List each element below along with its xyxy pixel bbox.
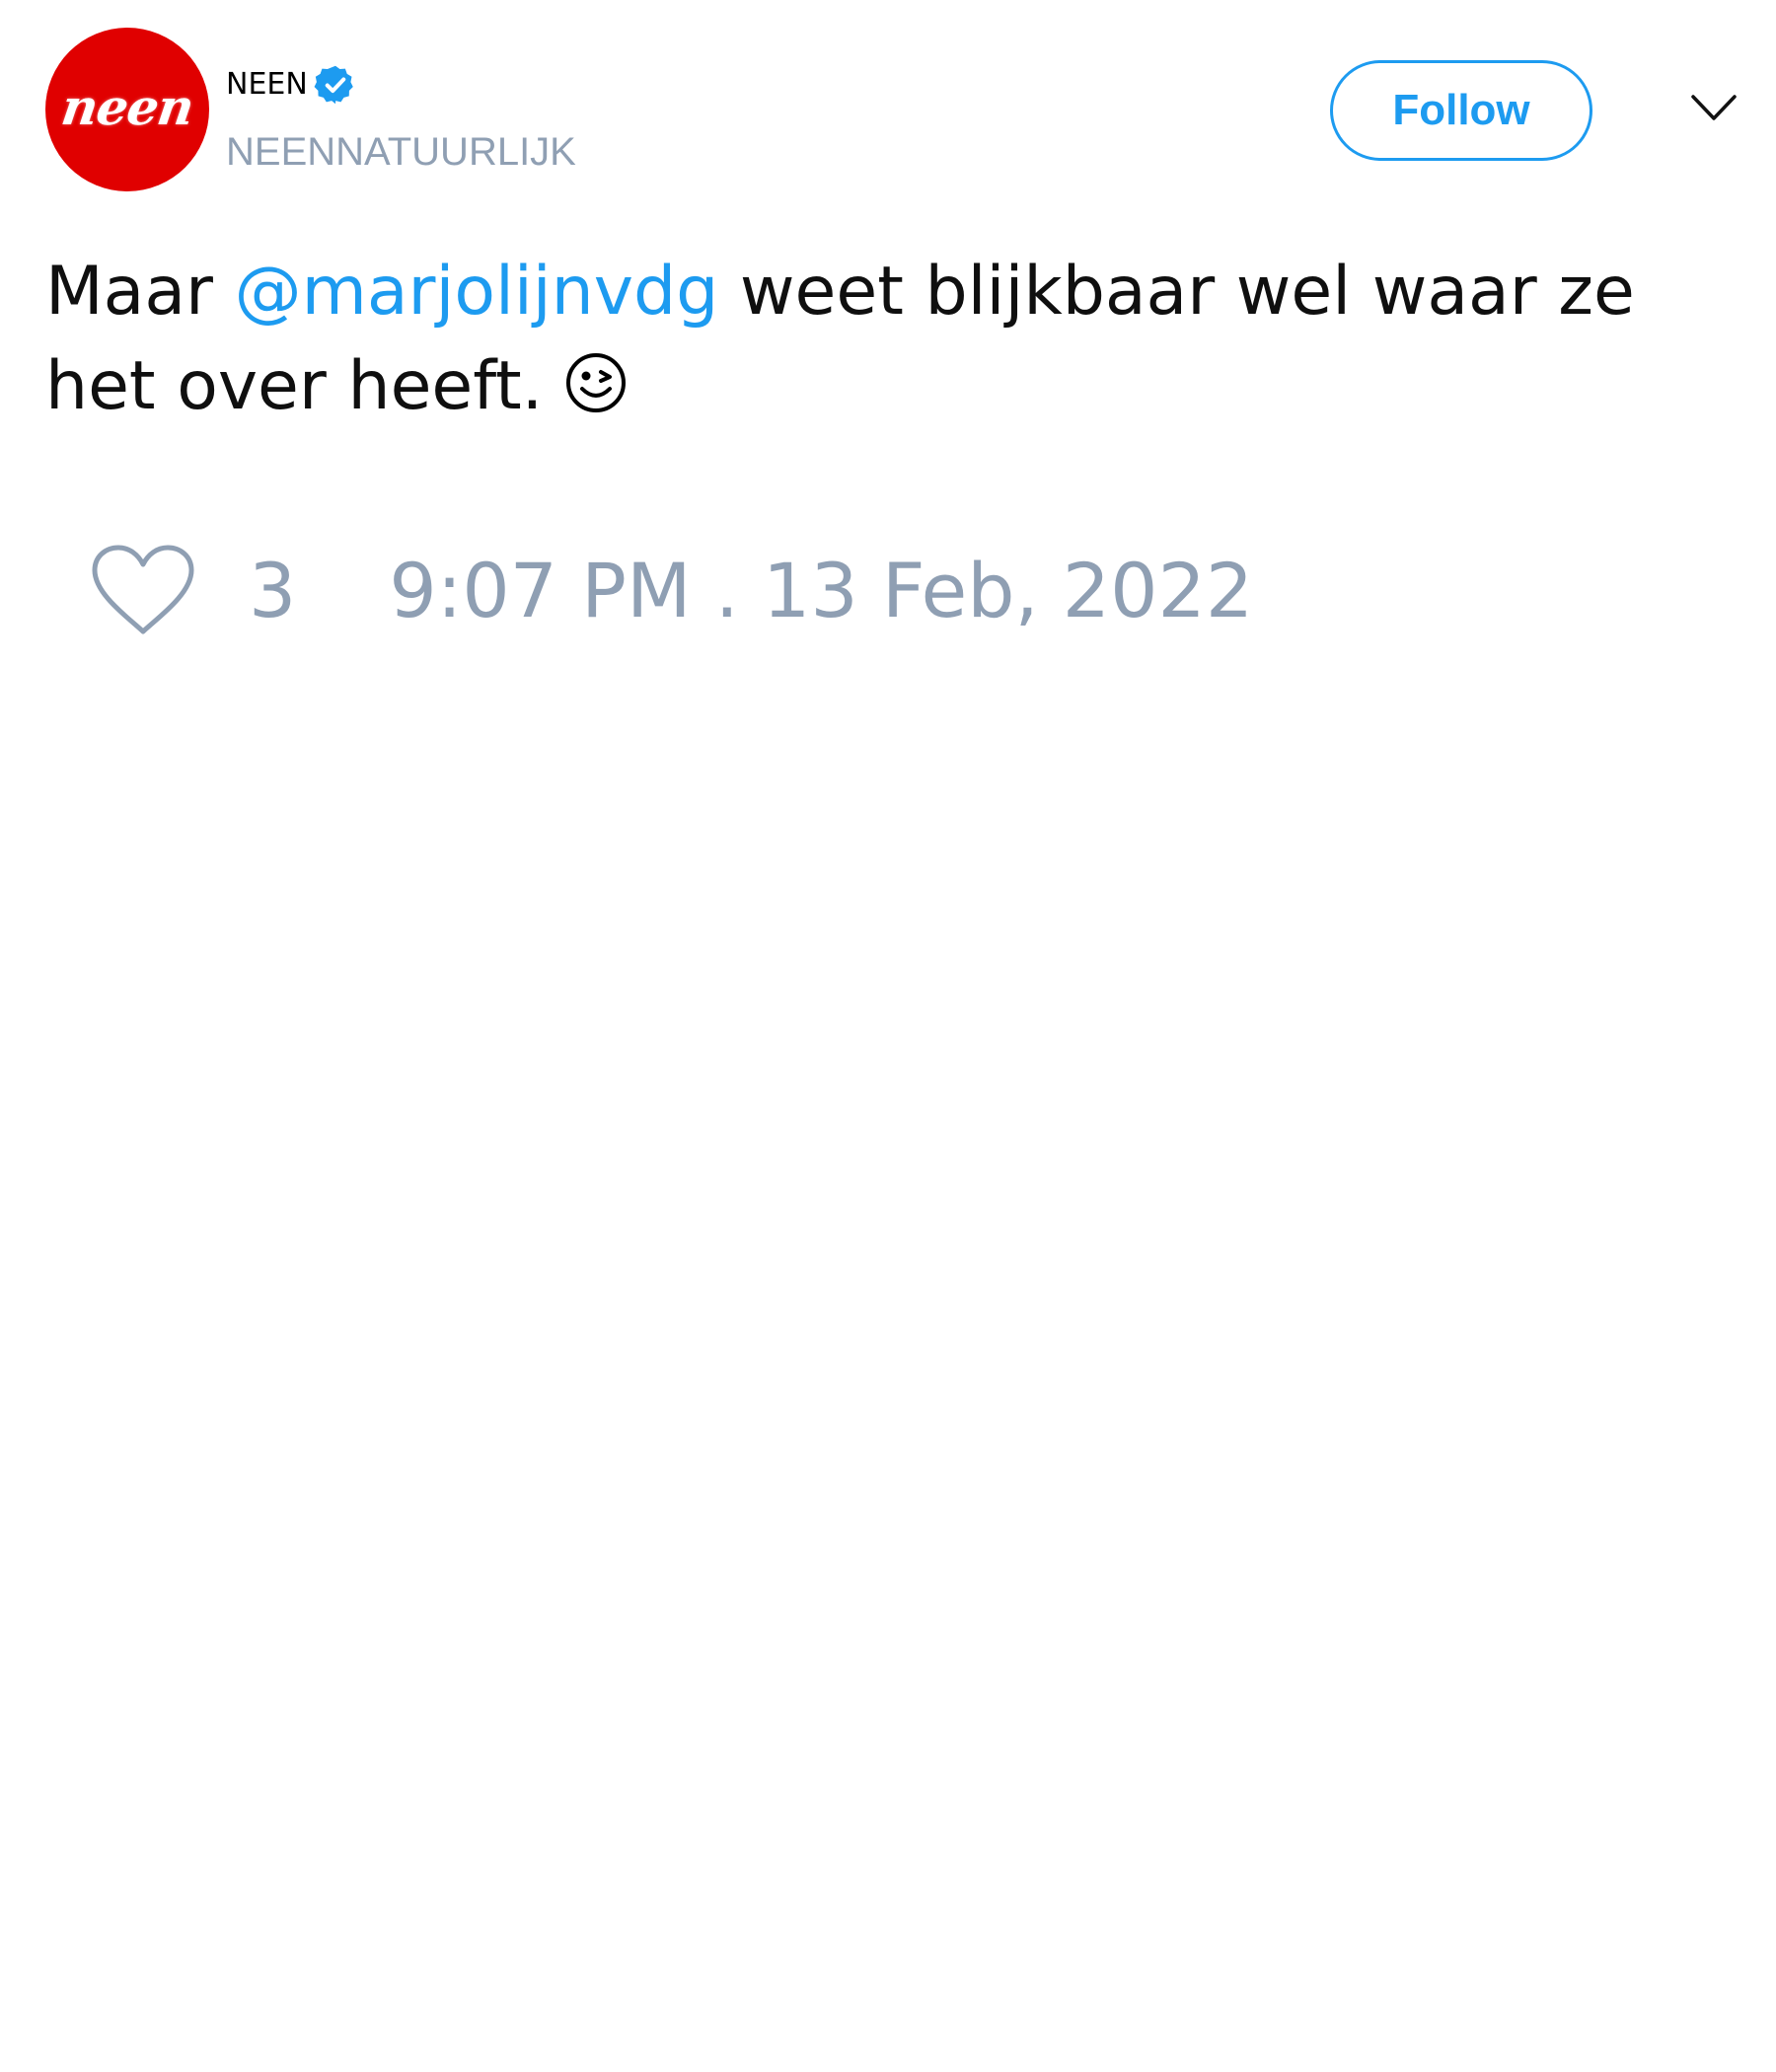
winking-face-icon	[565, 353, 626, 412]
heart-icon[interactable]	[89, 543, 197, 637]
author-name-row[interactable]: NEEN	[226, 63, 357, 107]
chevron-down-icon[interactable]	[1689, 89, 1739, 128]
author-handle[interactable]: NEENNATUURLIJK	[226, 128, 576, 176]
display-name[interactable]: NEEN	[226, 65, 308, 105]
mention-link[interactable]: @marjolijnvdg	[235, 253, 719, 331]
like-count: 3	[249, 546, 297, 634]
tweet-text: Maar @marjolijnvdg weet blijkbaar wel wa…	[45, 245, 1723, 434]
timestamp[interactable]: 9:07 PM . 13 Feb, 2022	[389, 547, 1253, 634]
tweet-text-before: Maar	[45, 253, 235, 331]
follow-button[interactable]: Follow	[1330, 60, 1592, 161]
avatar[interactable]: neen	[45, 28, 209, 191]
avatar-logo-text: neen	[57, 77, 197, 136]
tweet-footer: 3 9:07 PM . 13 Feb, 2022	[89, 541, 1253, 639]
verified-badge-icon	[314, 65, 353, 105]
